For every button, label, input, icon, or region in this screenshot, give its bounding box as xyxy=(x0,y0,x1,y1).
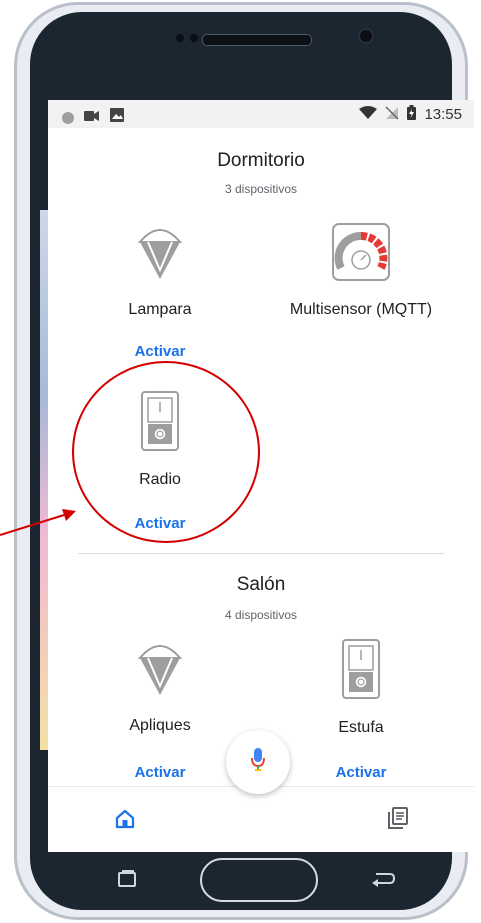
video-camera-icon xyxy=(84,109,100,127)
device-name: Apliques xyxy=(129,717,191,734)
mic-icon xyxy=(251,747,265,777)
section-subtitle-salon: 4 dispositivos xyxy=(224,608,298,622)
list-icon[interactable] xyxy=(388,807,408,834)
activate-button-lampara[interactable]: Activar xyxy=(100,343,220,360)
notification-circle-icon xyxy=(62,111,74,124)
status-bar: 13:55 xyxy=(48,100,474,128)
bottom-navigation xyxy=(48,786,474,852)
light-sensor xyxy=(190,34,198,42)
section-subtitle-dormitorio: 3 dispositivos xyxy=(224,182,298,196)
recent-apps-icon[interactable] xyxy=(116,870,138,893)
section-title-dormitorio: Dormitorio xyxy=(217,150,305,171)
earpiece-speaker xyxy=(202,34,312,46)
wifi-icon xyxy=(359,105,378,124)
device-estufa[interactable]: Estufa xyxy=(271,638,451,737)
device-lampara[interactable]: Lampara xyxy=(70,222,250,319)
annotation-arrow xyxy=(0,509,76,536)
annotation-circle xyxy=(72,361,260,543)
device-multisensor[interactable]: Multisensor (MQTT) xyxy=(271,222,451,319)
activate-button-estufa[interactable]: Activar xyxy=(301,764,421,781)
status-time: 13:55 xyxy=(424,106,462,123)
device-apliques[interactable]: Apliques xyxy=(70,638,250,735)
activate-button-apliques[interactable]: Activar xyxy=(100,764,220,781)
proximity-sensor xyxy=(176,34,184,42)
back-icon[interactable] xyxy=(370,870,396,893)
section-divider xyxy=(78,553,444,554)
mic-button[interactable] xyxy=(226,730,290,794)
device-name: Lampara xyxy=(128,301,192,318)
no-sim-icon xyxy=(385,105,399,124)
section-title-salon: Salón xyxy=(236,574,286,595)
gauge-sensor-icon xyxy=(271,222,451,287)
device-name: Multisensor (MQTT) xyxy=(289,301,433,318)
home-hardware-button[interactable] xyxy=(200,858,318,902)
device-name: Estufa xyxy=(338,719,384,736)
front-camera xyxy=(358,28,374,44)
image-icon xyxy=(110,108,124,127)
switch-device-icon xyxy=(271,638,451,705)
lamp-icon xyxy=(70,638,250,703)
battery-charging-icon xyxy=(407,105,417,124)
screen-edge xyxy=(40,210,48,750)
lamp-icon xyxy=(70,222,250,287)
home-icon[interactable] xyxy=(115,809,135,834)
